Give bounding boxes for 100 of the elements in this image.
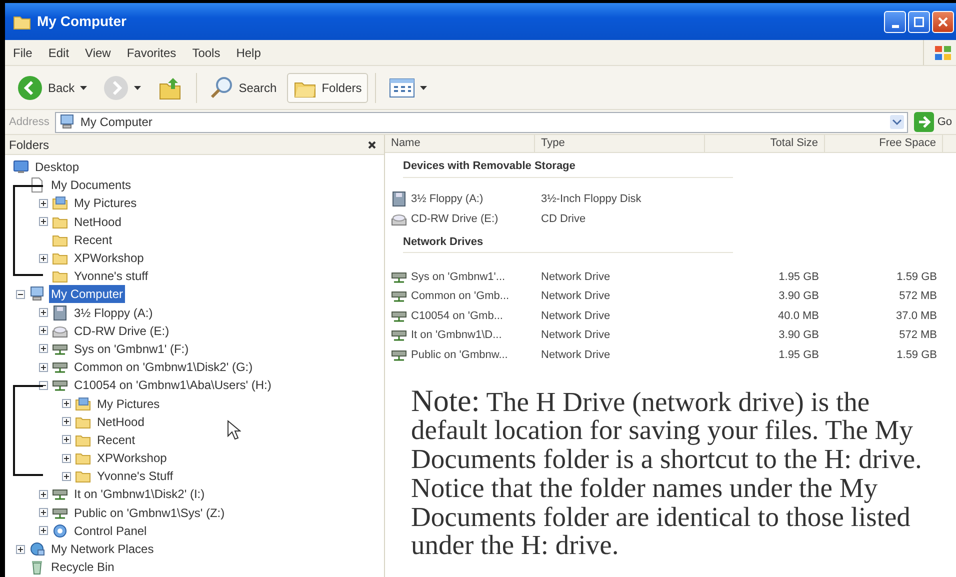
drive-type: Network Drive xyxy=(540,328,612,343)
expand-icon[interactable] xyxy=(38,344,48,354)
tree-item[interactable]: NetHood xyxy=(95,412,146,431)
tree-item[interactable]: My Computer xyxy=(49,285,126,304)
drive-name[interactable]: Common on 'Gmb... xyxy=(411,288,510,304)
group-heading: Devices with Removable Storage xyxy=(403,158,733,178)
maximize-icon xyxy=(914,16,924,26)
column-header[interactable]: Type xyxy=(535,135,705,152)
note-text: Note: The H Drive (network drive) is the default location for saving your files. The My Documents folder is a shortcut to the H: drive. Notice that the folder names under the My Documents folder are identical to those listed under the H: drive. xyxy=(411,384,923,560)
menu-item[interactable]: File xyxy=(5,42,40,64)
tree-item[interactable]: Sys on 'Gmbnw1' (F:) xyxy=(72,340,191,358)
tree-item[interactable]: It on 'Gmbnw1\Disk2' (I:) xyxy=(72,485,207,504)
expand-icon[interactable] xyxy=(62,399,70,408)
cursor-icon xyxy=(227,420,241,440)
collapse-icon[interactable] xyxy=(38,380,48,390)
expand-icon[interactable] xyxy=(38,326,48,336)
flag-logo-icon xyxy=(934,44,952,60)
tree-item[interactable]: Recent xyxy=(95,430,138,449)
expand-icon[interactable] xyxy=(62,454,70,463)
caret-icon[interactable] xyxy=(420,86,427,90)
drive-type: 3½-Inch Floppy Disk xyxy=(540,192,642,207)
total-size: 1.95 GB xyxy=(778,348,820,362)
address-label: Address xyxy=(9,114,50,130)
expand-icon[interactable] xyxy=(62,435,70,444)
tree-item[interactable]: 3½ Floppy (A:) xyxy=(72,304,155,322)
search-icon xyxy=(210,76,234,100)
expand-icon[interactable] xyxy=(38,362,48,372)
expand-icon[interactable] xyxy=(38,508,48,518)
drive-name[interactable]: C10054 on 'Gmb... xyxy=(411,308,503,324)
tree-item[interactable]: XPWorkshop xyxy=(72,249,146,268)
expand-icon[interactable] xyxy=(38,217,48,226)
drive-name[interactable]: Public on 'Gmbnw... xyxy=(411,346,508,363)
tree-item[interactable]: Control Panel xyxy=(72,522,149,540)
total-size: 1.95 GB xyxy=(778,270,820,284)
expand-icon[interactable] xyxy=(62,417,70,426)
desktop-icon xyxy=(13,159,29,176)
drive-name[interactable]: 3½ Floppy (A:) xyxy=(411,191,484,208)
drive-name[interactable]: CD-RW Drive (E:) xyxy=(411,210,498,227)
expand-icon[interactable] xyxy=(38,308,48,318)
tree-item[interactable]: My Network Places xyxy=(49,540,156,558)
minimize-button[interactable] xyxy=(884,10,906,32)
menu-item[interactable]: Help xyxy=(228,42,269,64)
picture-folder-icon xyxy=(52,195,68,212)
floppy-icon xyxy=(52,304,68,321)
tree-item[interactable]: My Pictures xyxy=(95,394,162,413)
back-button[interactable]: Back xyxy=(11,70,93,104)
dropdown-icon[interactable] xyxy=(890,115,904,129)
close-icon[interactable] xyxy=(368,140,376,148)
total-size: 40.0 MB xyxy=(777,308,820,324)
maximize-button[interactable] xyxy=(908,10,930,32)
expand-icon[interactable] xyxy=(38,198,48,208)
caret-icon[interactable] xyxy=(134,86,141,90)
folder-icon xyxy=(13,14,31,30)
column-header[interactable]: Free Space xyxy=(825,135,943,152)
free-space: 37.0 MB xyxy=(895,308,938,324)
column-header[interactable]: Name xyxy=(385,135,535,152)
free-space: 1.59 GB xyxy=(896,348,938,362)
tree-item[interactable]: Common on 'Gmbnw1\Disk2' (G:) xyxy=(72,358,255,376)
tree-item[interactable]: Yvonne's stuff xyxy=(72,267,150,286)
drive-name[interactable]: It on 'Gmbnw1\D... xyxy=(411,327,502,344)
go-button[interactable]: Go xyxy=(914,112,952,132)
control-panel-icon xyxy=(52,522,68,539)
menu-item[interactable]: Favorites xyxy=(118,42,184,64)
tree-item[interactable]: Yvonne's Stuff xyxy=(95,467,176,486)
group-heading: Network Drives xyxy=(403,234,733,253)
tree-item[interactable]: Recent xyxy=(72,230,114,249)
expand-icon[interactable] xyxy=(38,254,48,263)
tree-item[interactable]: C10054 on 'Gmbnw1\Aba\Users' (H:) xyxy=(72,376,274,394)
computer-icon xyxy=(59,114,76,130)
computer-icon xyxy=(29,286,45,302)
expand-icon[interactable] xyxy=(16,544,24,554)
column-header[interactable]: Total Size xyxy=(705,135,825,152)
menu-item[interactable]: View xyxy=(77,42,119,64)
close-icon xyxy=(938,16,948,26)
tree-item[interactable]: My Documents xyxy=(49,176,134,194)
expand-icon[interactable] xyxy=(62,472,70,481)
collapse-icon[interactable] xyxy=(16,290,24,299)
address-field[interactable]: My Computer xyxy=(55,112,908,132)
views-icon xyxy=(388,78,415,98)
folders-button[interactable]: Folders xyxy=(286,72,368,102)
pane-title: Folders xyxy=(9,136,50,154)
expand-icon[interactable] xyxy=(38,490,48,499)
close-button[interactable] xyxy=(932,10,954,32)
drive-type: Network Drive xyxy=(540,308,612,324)
tree-item[interactable]: CD-RW Drive (E:) xyxy=(72,322,172,340)
drive-type: CD Drive xyxy=(540,212,587,226)
caret-icon[interactable] xyxy=(80,86,87,90)
total-size: 3.90 GB xyxy=(778,289,820,304)
drive-name[interactable]: Sys on 'Gmbnw1'... xyxy=(411,268,506,285)
tree-item[interactable]: Public on 'Gmbnw1\Sys' (Z:) xyxy=(72,504,227,522)
tree-item[interactable]: Desktop xyxy=(33,158,82,176)
expand-icon[interactable] xyxy=(38,526,48,536)
menu-item[interactable]: Tools xyxy=(184,42,228,64)
tree-item[interactable]: My Pictures xyxy=(72,194,139,212)
menu-item[interactable]: Edit xyxy=(40,42,78,64)
drive-type: Network Drive xyxy=(540,348,612,362)
tree-item[interactable]: XPWorkshop xyxy=(95,449,169,468)
search-button[interactable]: Search xyxy=(204,72,283,104)
tree-item[interactable]: NetHood xyxy=(72,212,124,231)
tree-item[interactable]: Recycle Bin xyxy=(49,558,116,576)
